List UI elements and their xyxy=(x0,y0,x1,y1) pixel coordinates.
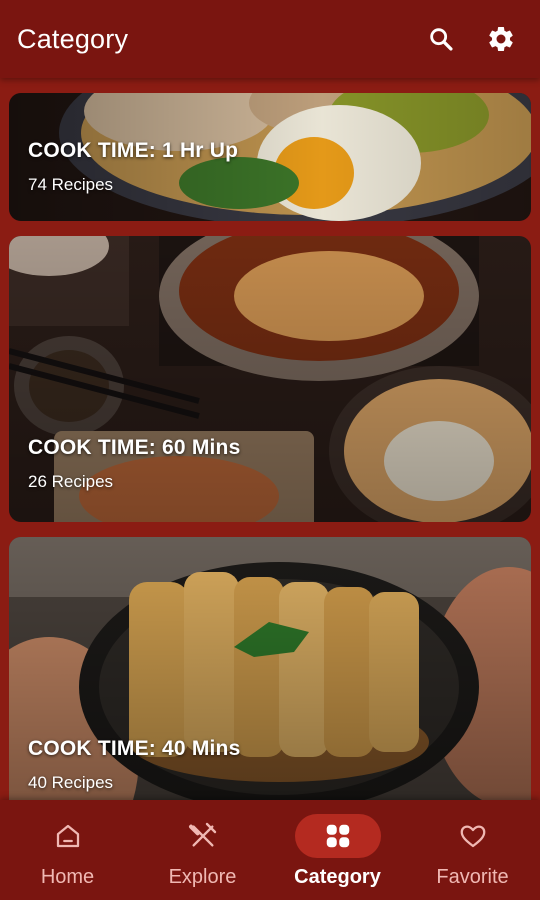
category-title: COOK TIME: 40 Mins xyxy=(28,737,241,760)
search-icon[interactable] xyxy=(424,22,458,56)
category-card[interactable]: COOK TIME: 60 Mins 26 Recipes xyxy=(9,236,531,522)
page-title: Category xyxy=(17,23,129,54)
recipe-count: 74 Recipes xyxy=(28,175,114,194)
app-bar: Category xyxy=(0,0,540,78)
nav-item-favorite[interactable]: Favorite xyxy=(405,800,540,900)
category-card-text: COOK TIME: 60 Mins 26 Recipes xyxy=(28,436,240,492)
nav-item-explore[interactable]: Explore xyxy=(135,800,270,900)
nav-label-category: Category xyxy=(294,866,381,888)
nav-label-explore: Explore xyxy=(168,866,237,888)
category-card-text: COOK TIME: 1 Hr Up 74 Recipes xyxy=(28,139,238,195)
recipe-count: 26 Recipes xyxy=(28,472,114,491)
bottom-navigation: Home Explore Category Favorite xyxy=(0,800,540,900)
nav-label-home: Home xyxy=(40,866,95,888)
recipe-count: 40 Recipes xyxy=(28,773,114,792)
category-list: COOK TIME: 1 Hr Up 74 Recipes COOK TIME:… xyxy=(0,78,540,800)
grid-icon xyxy=(294,814,381,858)
heart-icon xyxy=(430,814,516,858)
gear-icon[interactable] xyxy=(484,22,518,56)
category-title: COOK TIME: 1 Hr Up xyxy=(28,139,239,162)
category-card[interactable]: COOK TIME: 1 Hr Up 74 Recipes xyxy=(9,93,531,221)
appbar-actions xyxy=(424,22,518,56)
fork-knife-icon xyxy=(160,814,246,858)
nav-item-category[interactable]: Category xyxy=(270,800,405,900)
home-icon xyxy=(25,814,111,858)
nav-label-favorite: Favorite xyxy=(436,866,509,888)
category-card-text: COOK TIME: 40 Mins 40 Recipes xyxy=(28,737,240,793)
nav-item-home[interactable]: Home xyxy=(0,800,135,900)
category-card[interactable]: COOK TIME: 40 Mins 40 Recipes xyxy=(9,537,531,800)
category-title: COOK TIME: 60 Mins xyxy=(28,436,241,459)
